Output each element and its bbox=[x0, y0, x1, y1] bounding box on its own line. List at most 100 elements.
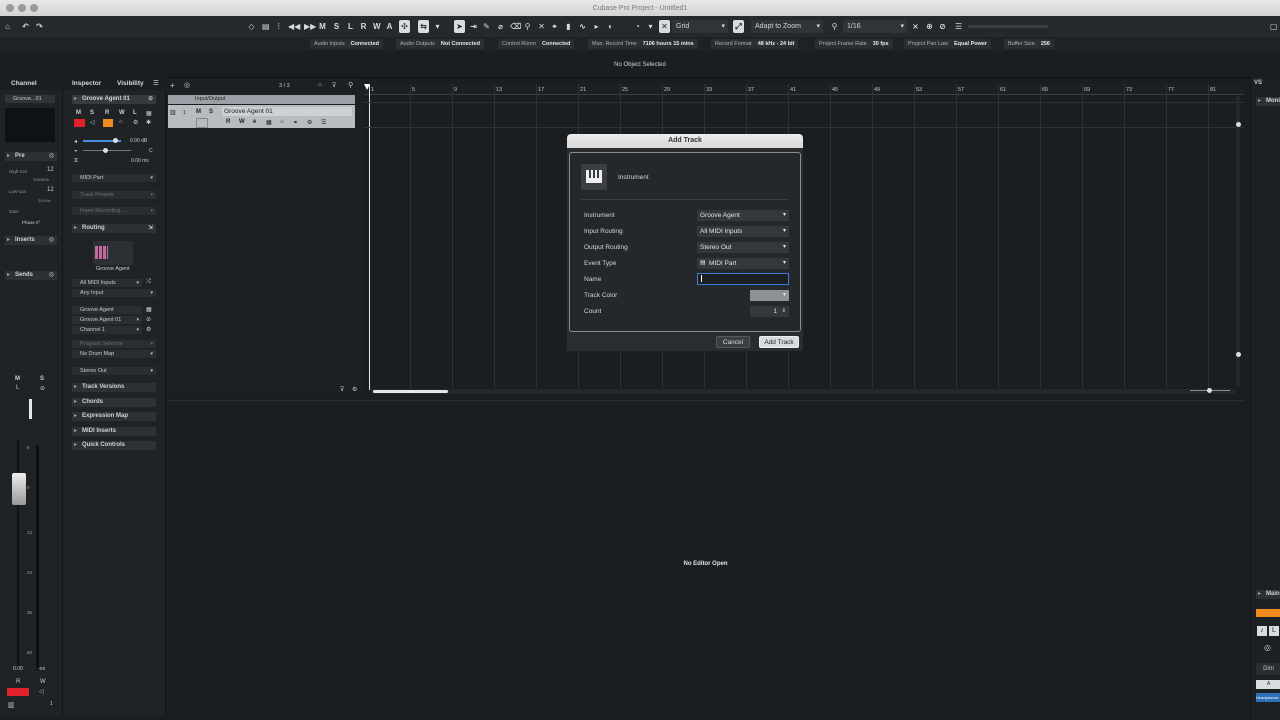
horizontal-zoom-handle[interactable] bbox=[1207, 388, 1212, 393]
track-edit-button[interactable]: e bbox=[253, 119, 256, 125]
input-routing-select[interactable]: All MIDI Inputs ▾ bbox=[697, 226, 789, 237]
cancel-button[interactable]: Cancel bbox=[716, 336, 750, 348]
track-presets-select[interactable]: Track Presets ▾ bbox=[72, 191, 156, 199]
read-all-button[interactable]: R bbox=[358, 20, 369, 33]
track-solo-button[interactable]: S bbox=[209, 109, 213, 115]
grid-zoom-select[interactable]: Adapt to Zoom ▾ bbox=[751, 20, 823, 33]
instrument-select[interactable]: Groove Agent ▾ bbox=[697, 210, 789, 221]
status-buffer-size[interactable]: Buffer Size 256 bbox=[1004, 39, 1054, 49]
quantize-panel-icon[interactable]: ⊘ bbox=[937, 20, 948, 33]
volume-slider-handle[interactable] bbox=[113, 138, 118, 143]
routing-icon[interactable]: ⇲ bbox=[148, 224, 153, 233]
track-record-button[interactable] bbox=[196, 118, 208, 128]
midi-input-select[interactable]: All MIDI Inputs ▾ bbox=[72, 279, 142, 287]
search-icon[interactable]: ⚲ bbox=[348, 81, 353, 89]
count-stepper[interactable]: 1 ⇕ bbox=[750, 306, 789, 317]
peak-readout[interactable]: -oo bbox=[38, 666, 45, 672]
output-device-select[interactable]: Groove Agent bbox=[72, 306, 142, 314]
lock-icon[interactable]: ⌂ bbox=[280, 119, 284, 125]
edit-instrument-icon[interactable]: ⊘ bbox=[148, 95, 153, 104]
volume-readout[interactable]: 0.00 bbox=[13, 666, 23, 672]
settings-icon[interactable]: ⚙ bbox=[352, 386, 357, 393]
channel-name-field[interactable]: Groove...01 bbox=[5, 95, 55, 103]
chevron-down-icon[interactable]: ▾ bbox=[645, 20, 656, 33]
volume-fader-handle[interactable] bbox=[12, 473, 26, 505]
section-chords[interactable]: Chords bbox=[72, 398, 156, 407]
drum-map-select[interactable]: No Drum Map ▾ bbox=[72, 350, 156, 358]
power-icon[interactable]: ◎ bbox=[49, 236, 54, 245]
section-pre[interactable]: Pre◎ bbox=[5, 152, 57, 161]
channel-solo-button[interactable]: S bbox=[40, 376, 44, 382]
autoscroll-button[interactable]: A bbox=[384, 20, 395, 33]
program-selector[interactable]: Program Selector ▾ bbox=[72, 340, 156, 348]
forward-icon[interactable]: ▶▶ bbox=[302, 20, 318, 33]
record-enable-button[interactable] bbox=[74, 119, 85, 127]
iterative-quantize-icon[interactable]: ⨯ bbox=[910, 20, 921, 33]
track-preset-icon[interactable]: ◎ bbox=[184, 81, 190, 89]
grid-type-icon[interactable]: ⤢ bbox=[733, 20, 744, 33]
play-tool-icon[interactable]: ▸ bbox=[591, 20, 602, 33]
mute-all-button[interactable]: M bbox=[317, 20, 328, 33]
status-audio-inputs[interactable]: Audio Inputs Connected bbox=[310, 39, 383, 49]
speaker-set-a-button[interactable]: A bbox=[1256, 680, 1280, 689]
color-tool-icon[interactable]: ◐ bbox=[605, 20, 616, 33]
grid-icon[interactable]: ▦ bbox=[146, 306, 152, 313]
quantize-preset-select[interactable]: 1/16 ▾ bbox=[843, 20, 907, 33]
zoom-icon[interactable]: ⊽ bbox=[340, 386, 344, 393]
channel-write-button[interactable]: W bbox=[40, 679, 46, 685]
pan-value[interactable]: C bbox=[149, 148, 153, 154]
gain-label[interactable]: Gain bbox=[9, 209, 19, 214]
menu-icon[interactable]: ☰ bbox=[153, 79, 159, 87]
track-height-handle[interactable] bbox=[1236, 352, 1241, 357]
stepper-arrows-icon[interactable]: ⇕ bbox=[782, 306, 786, 317]
mute-tool-icon[interactable]: ✕ bbox=[536, 20, 547, 33]
home-icon[interactable]: ⌂ bbox=[318, 82, 322, 88]
track-mute-button[interactable]: M bbox=[196, 109, 201, 115]
inspector-lanes-button[interactable]: L bbox=[133, 110, 137, 116]
channel-mute-button[interactable]: M bbox=[15, 376, 20, 382]
section-monitor[interactable]: Moni bbox=[1256, 97, 1280, 106]
inspector-read-button[interactable]: R bbox=[105, 110, 109, 116]
gear-icon[interactable]: ⚙ bbox=[146, 326, 151, 333]
grid-icon[interactable]: ▦ bbox=[146, 110, 152, 117]
snap-type-select[interactable]: Grid ▾ bbox=[672, 20, 728, 33]
power-icon[interactable]: ◎ bbox=[49, 271, 54, 280]
line-tool-icon[interactable]: ∿ bbox=[577, 20, 588, 33]
audio-output-select[interactable]: Stereo Out ▾ bbox=[72, 367, 156, 375]
auto-select-icon[interactable]: ⇆ bbox=[418, 20, 429, 33]
listen-all-button[interactable]: L bbox=[345, 20, 356, 33]
minimize-window-icon[interactable] bbox=[18, 4, 26, 12]
section-inserts[interactable]: Inserts◎ bbox=[5, 236, 57, 245]
high-cut-freq[interactable]: 20000Hz bbox=[33, 177, 49, 182]
home-icon[interactable]: ⌂ bbox=[2, 20, 13, 33]
lock-icon[interactable]: ⌂ bbox=[119, 119, 123, 125]
status-frame-rate[interactable]: Project Frame Rate 30 fps bbox=[815, 39, 893, 49]
track-type-instrument-button[interactable] bbox=[581, 164, 607, 190]
monitor-icon[interactable]: ◁ bbox=[39, 688, 44, 695]
quantize-icon[interactable]: ⚲ bbox=[829, 20, 840, 33]
split-tool-icon[interactable]: ✎ bbox=[481, 20, 492, 33]
mixer-icon[interactable]: ⫶ bbox=[273, 20, 284, 33]
listen-icon[interactable]: L bbox=[1269, 626, 1279, 636]
channel-read-button[interactable]: R bbox=[16, 679, 20, 685]
close-window-icon[interactable] bbox=[6, 4, 14, 12]
range-tool-icon[interactable]: ⇥ bbox=[468, 20, 479, 33]
phase-button[interactable]: Phase 0° bbox=[22, 220, 40, 225]
high-cut-slope[interactable]: 12 bbox=[47, 167, 54, 173]
channel-record-button[interactable] bbox=[7, 688, 29, 696]
pan-slider-handle[interactable] bbox=[103, 148, 108, 153]
inspector-mute-button[interactable]: M bbox=[76, 110, 81, 116]
track-read-button[interactable]: R bbox=[226, 119, 230, 125]
tab-inspector[interactable]: Inspector bbox=[72, 80, 101, 87]
sidebar-toggle-icon[interactable]: ▢ bbox=[1268, 20, 1280, 33]
folder-track-input-output[interactable]: Input/Output bbox=[168, 95, 355, 104]
solo-all-button[interactable]: S bbox=[331, 20, 342, 33]
vertical-zoom-handle[interactable] bbox=[1236, 122, 1241, 127]
event-type-select[interactable]: ▤ MIDI Part ▾ bbox=[697, 258, 789, 269]
midi-input-channel-select[interactable]: Any Input ▾ bbox=[72, 289, 156, 297]
power-icon[interactable]: ◎ bbox=[1264, 643, 1271, 652]
status-control-room[interactable]: Control Room Connected bbox=[498, 39, 575, 49]
insert-recording-select[interactable]: Insert Recording... ▾ bbox=[72, 207, 156, 215]
low-cut-slope[interactable]: 12 bbox=[47, 187, 54, 193]
low-cut-freq[interactable]: 20.0Hz bbox=[38, 198, 51, 203]
